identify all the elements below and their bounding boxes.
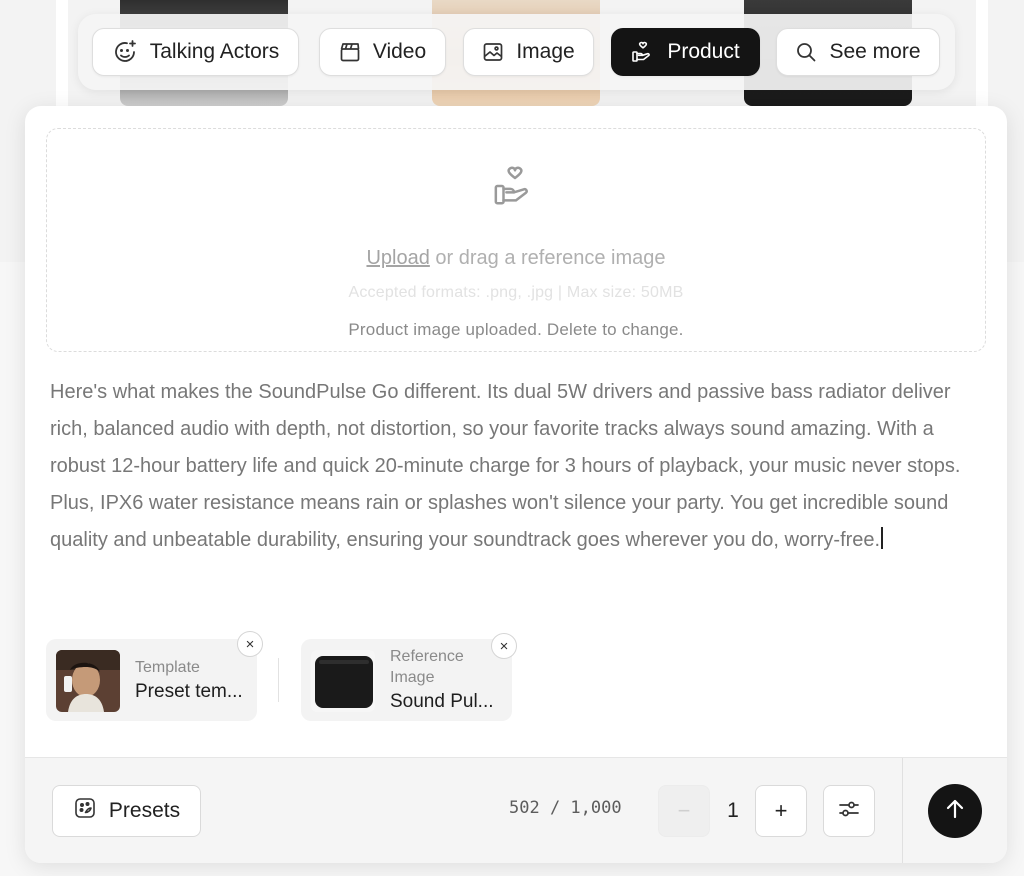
reference-image-chip[interactable]: Reference Image Sound Pul... × (301, 633, 517, 721)
presets-label: Presets (108, 799, 181, 822)
search-icon (795, 41, 817, 63)
tab-product[interactable]: Product (611, 28, 760, 76)
hand-heart-icon (631, 40, 655, 64)
category-tab-bar: Talking Actors Video Image Product See m… (78, 14, 955, 90)
decrement-button[interactable]: − (658, 785, 710, 837)
template-thumbnail (56, 650, 120, 712)
script-text: Here's what makes the SoundPulse Go diff… (50, 381, 961, 551)
text-cursor (881, 527, 883, 549)
upload-dropzone[interactable]: Upload or drag a reference image Accepte… (46, 128, 986, 352)
reference-image-thumbnail (311, 650, 375, 712)
chip-label: Template (135, 658, 200, 676)
tab-label: See more (829, 40, 921, 63)
tab-see-more[interactable]: See more (776, 28, 940, 76)
character-count: 502 / 1,000 (509, 798, 622, 818)
tab-label: Video (372, 40, 427, 63)
footer-divider (902, 758, 903, 863)
template-chip-text: Template Preset tem... (135, 639, 243, 721)
chip-value: Preset tem... (135, 680, 243, 702)
product-prompt-card: Upload or drag a reference image Accepte… (25, 106, 1007, 863)
upload-instructions-text: or drag a reference image (429, 247, 666, 269)
hand-heart-icon (492, 163, 538, 214)
presets-button[interactable]: Presets (52, 785, 201, 837)
tab-talking-actors[interactable]: Talking Actors (92, 28, 299, 76)
increment-button[interactable]: + (755, 785, 807, 837)
reference-image-chip-text: Reference Image Sound Pul... (390, 639, 494, 721)
image-icon (482, 41, 504, 63)
send-button[interactable] (928, 784, 982, 838)
accepted-formats-text: Accepted formats: .png, .jpg | Max size:… (348, 284, 684, 301)
template-chip[interactable]: Template Preset tem... × (46, 631, 263, 721)
chip-label: Reference Image (390, 648, 464, 686)
clapperboard-icon (339, 41, 361, 63)
face-sparkle-icon (112, 39, 138, 65)
chip-value: Sound Pul... (390, 691, 494, 712)
close-icon[interactable]: × (237, 631, 263, 657)
sliders-icon (837, 797, 861, 826)
arrow-up-icon (943, 797, 967, 826)
upload-status-text: Product image uploaded. Delete to change… (348, 320, 684, 339)
tab-video[interactable]: Video (319, 28, 446, 76)
script-textarea[interactable]: Here's what makes the SoundPulse Go diff… (50, 374, 985, 559)
composer-footer: Presets 502 / 1,000 − 1 + (25, 757, 1007, 863)
tab-label: Talking Actors (149, 40, 280, 63)
tab-image[interactable]: Image (463, 28, 594, 76)
quantity-value: 1 (727, 799, 739, 822)
tab-label: Product (667, 40, 740, 63)
close-icon[interactable]: × (491, 633, 517, 659)
chip-divider (278, 658, 279, 702)
tab-label: Image (516, 40, 575, 63)
upload-link[interactable]: Upload (366, 247, 429, 269)
palette-icon (73, 796, 97, 826)
settings-button[interactable] (823, 785, 875, 837)
upload-instructions: Upload or drag a reference image (47, 247, 985, 270)
